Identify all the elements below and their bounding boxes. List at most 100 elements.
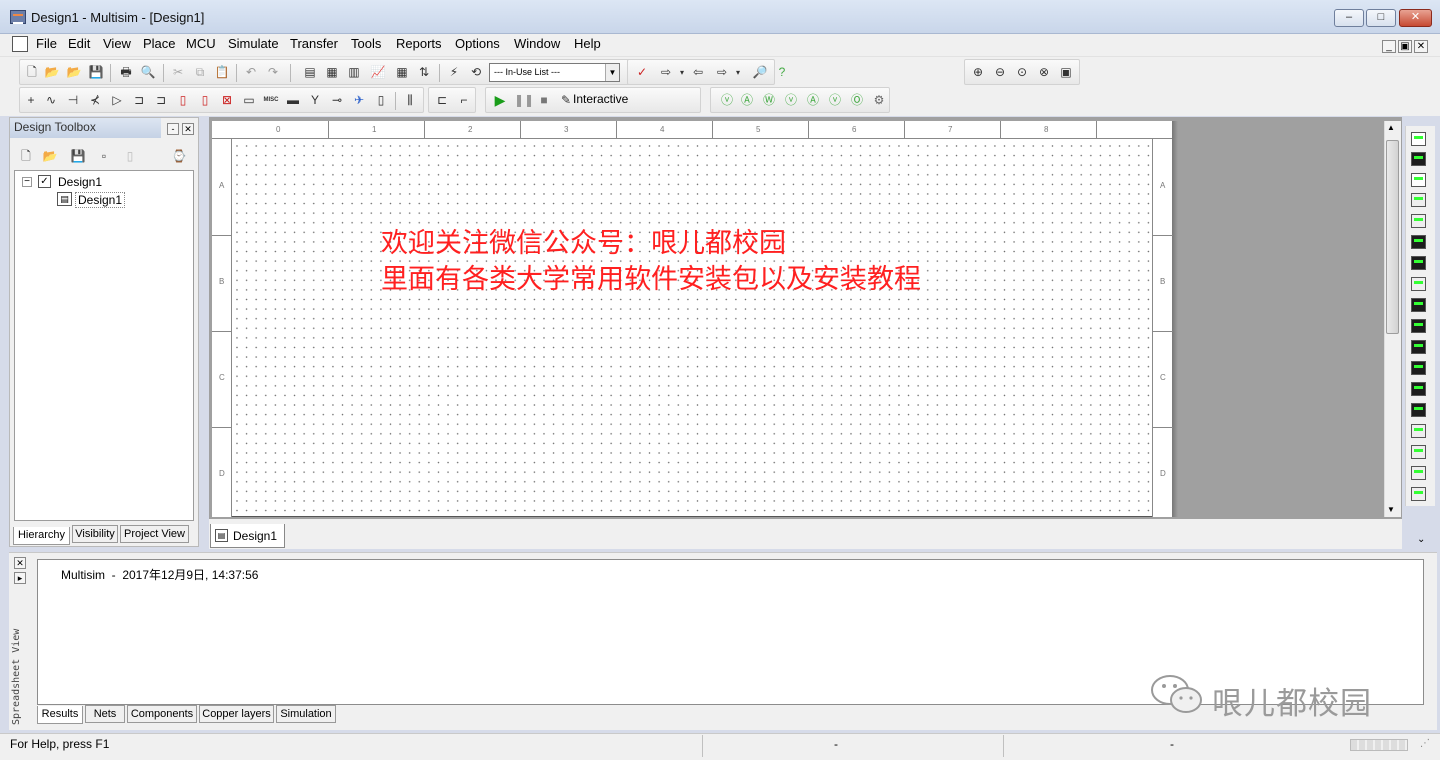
menu-file[interactable]: File [34, 36, 59, 51]
place-misc-digital-icon[interactable]: ▯ [175, 93, 191, 108]
zoom-fit-icon[interactable]: ⊗ [1036, 65, 1052, 80]
toolbox-delete-icon[interactable]: ▯ [122, 149, 138, 164]
tab-visibility[interactable]: Visibility [72, 525, 118, 543]
toggle-full-screen-icon[interactable]: ▤ [302, 65, 318, 80]
logic-analyzer-icon[interactable] [1411, 319, 1426, 333]
place-bus-icon[interactable]: ⊏ [434, 93, 450, 108]
transfer-ultiboard-icon[interactable]: ⇨ [658, 65, 674, 80]
differential-probe-icon[interactable]: ⓥ [783, 93, 799, 108]
place-ttl-icon[interactable]: ⊐ [131, 93, 147, 108]
spreadsheet-pin-button[interactable]: ▸ [14, 572, 26, 584]
grapher-icon[interactable]: 📈 [370, 65, 386, 80]
pause-simulation-icon[interactable]: ❚❚ [514, 93, 534, 108]
place-mixed-icon[interactable]: ▯ [197, 93, 213, 108]
close-button[interactable]: ✕ [1399, 9, 1432, 27]
print-icon[interactable]: 🖶 [118, 65, 134, 80]
scroll-up-icon[interactable]: ▲ [1387, 123, 1395, 132]
toolbox-open-icon[interactable]: 📂 [42, 149, 58, 164]
zoom-out-icon[interactable]: ⊖ [992, 65, 1008, 80]
erc-icon[interactable]: ✓ [634, 65, 650, 80]
voltage-probe-icon[interactable]: ⓥ [719, 93, 735, 108]
paste-icon[interactable]: 📋 [214, 65, 230, 80]
mdi-close-button[interactable]: ✕ [1414, 40, 1428, 53]
new-icon[interactable]: 🗋 [24, 65, 40, 80]
place-source-icon[interactable]: + [23, 93, 39, 108]
tab-design1[interactable]: ▤ Design1 [210, 524, 285, 548]
component-wizard-icon[interactable]: ⇅ [416, 65, 432, 80]
in-use-list-dropdown[interactable]: --- In-Use List --- ▼ [489, 63, 620, 82]
digital-probe-icon[interactable]: Ⓞ [849, 93, 865, 108]
menu-reports[interactable]: Reports [394, 36, 444, 51]
tektronix-oscilloscope-icon[interactable] [1411, 487, 1426, 501]
menu-view[interactable]: View [101, 36, 133, 51]
minimize-button[interactable]: – [1334, 9, 1364, 27]
multisim-app-icon[interactable] [10, 10, 26, 24]
oscilloscope-icon[interactable] [1411, 193, 1426, 207]
tab-results[interactable]: Results [37, 706, 83, 724]
menu-tools[interactable]: Tools [349, 36, 383, 51]
menu-options[interactable]: Options [453, 36, 502, 51]
tab-components[interactable]: Components [127, 705, 197, 723]
iv-analyzer-icon[interactable] [1411, 340, 1426, 354]
schematic-sheet[interactable] [212, 121, 1172, 517]
tab-hierarchy[interactable]: Hierarchy [13, 527, 70, 545]
dropdown-arrow-icon[interactable]: ▾ [674, 65, 690, 80]
dropdown-arrow-icon[interactable]: ▾ [730, 65, 746, 80]
voltage-current-probe-icon[interactable]: Ⓐ [805, 93, 821, 108]
function-generator-icon[interactable] [1411, 152, 1426, 166]
place-ni-component-icon[interactable]: ✈ [351, 93, 367, 108]
spreadsheet-view-icon[interactable]: ▦ [324, 65, 340, 80]
distortion-analyzer-icon[interactable] [1411, 361, 1426, 375]
undo-icon[interactable]: ↶ [243, 65, 259, 80]
frequency-counter-icon[interactable] [1411, 256, 1426, 270]
place-electromechanical-icon[interactable]: ⊸ [329, 93, 345, 108]
redo-icon[interactable]: ↷ [265, 65, 281, 80]
menu-window[interactable]: Window [512, 36, 562, 51]
zoom-area-icon[interactable]: ⊙ [1014, 65, 1030, 80]
agilent-multimeter-icon[interactable] [1411, 445, 1426, 459]
network-analyzer-icon[interactable] [1411, 403, 1426, 417]
place-rf-icon[interactable]: Y [307, 93, 323, 108]
checkbox-icon[interactable]: ✓ [38, 175, 51, 188]
print-preview-icon[interactable]: 🔍 [140, 65, 156, 80]
scrollbar-thumb[interactable] [1386, 140, 1399, 334]
agilent-oscilloscope-icon[interactable] [1411, 466, 1426, 480]
back-annotate-icon[interactable]: ⟲ [468, 65, 484, 80]
probe-settings-icon[interactable]: ⚙ [871, 93, 887, 108]
zoom-in-icon[interactable]: ⊕ [970, 65, 986, 80]
place-power-icon[interactable]: ▭ [241, 93, 257, 108]
place-misc-icon[interactable]: MISC [263, 93, 279, 108]
bode-plotter-icon[interactable] [1411, 235, 1426, 249]
maximize-button[interactable]: □ [1366, 9, 1396, 27]
wattmeter-icon[interactable] [1411, 173, 1426, 187]
power-probe-icon[interactable]: Ⓦ [761, 93, 777, 108]
place-junction-icon[interactable]: ⌐ [456, 93, 472, 108]
tree-child-design1[interactable]: Design1 [75, 192, 126, 208]
scroll-down-icon[interactable]: ▼ [1387, 505, 1395, 514]
menu-transfer[interactable]: Transfer [288, 36, 340, 51]
word-generator-icon[interactable] [1411, 277, 1426, 291]
toolbox-new-sheet-icon[interactable]: ▫ [96, 149, 112, 164]
menu-simulate[interactable]: Simulate [226, 36, 281, 51]
tree-root-design1[interactable]: Design1 [58, 175, 102, 189]
logic-converter-icon[interactable] [1411, 298, 1426, 312]
mdi-minimize-button[interactable]: _ [1382, 40, 1396, 53]
place-indicator-icon[interactable]: ⊠ [219, 93, 235, 108]
document-icon[interactable] [12, 36, 28, 52]
toolbox-new-icon[interactable]: 🗋 [18, 149, 34, 164]
place-cmos-icon[interactable]: ⊐ [153, 93, 169, 108]
tab-nets[interactable]: Nets [85, 705, 125, 723]
toolbox-history-icon[interactable]: ⌚ [171, 149, 187, 164]
chevron-down-icon[interactable]: ▼ [605, 64, 619, 81]
copy-icon[interactable]: ⧉ [192, 65, 208, 80]
place-transistor-icon[interactable]: ⊀ [87, 93, 103, 108]
interactive-simulation-label[interactable]: Interactive [573, 92, 628, 106]
current-probe-icon[interactable]: Ⓐ [739, 93, 755, 108]
cut-icon[interactable]: ✂ [170, 65, 186, 80]
place-diode-icon[interactable]: ⊣ [65, 93, 81, 108]
mdi-restore-button[interactable]: ▣ [1398, 40, 1412, 53]
database-manager-icon[interactable]: ▦ [394, 65, 410, 80]
backward-annotate-icon[interactable]: ⇦ [690, 65, 706, 80]
resize-grip-icon[interactable]: ⋰ [1420, 738, 1430, 749]
tree-collapse-icon[interactable]: − [22, 177, 32, 187]
